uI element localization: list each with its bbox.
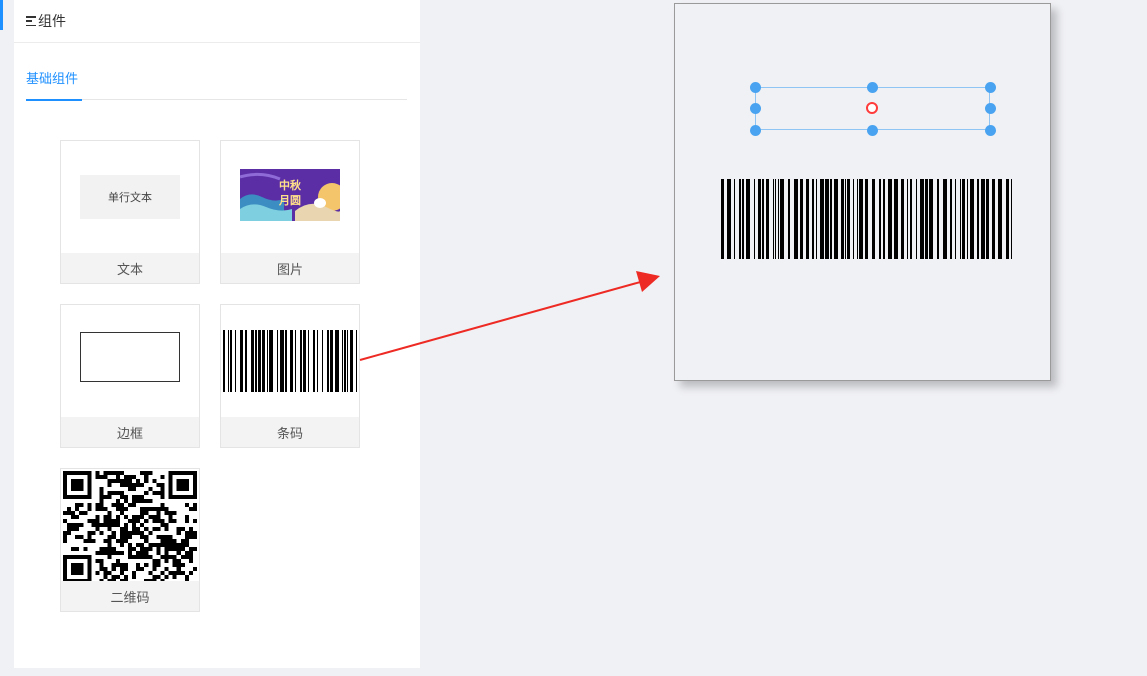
component-label: 图片 — [221, 253, 359, 283]
component-card-border[interactable]: 边框 — [60, 304, 200, 448]
image-caption-top: 中秋 — [279, 178, 302, 192]
component-tabs: 基础组件 — [26, 60, 407, 101]
barcode-icon — [223, 330, 357, 392]
text-preview: 单行文本 — [80, 175, 180, 219]
component-label: 边框 — [61, 417, 199, 447]
component-card-text[interactable]: 单行文本 文本 — [60, 140, 200, 284]
component-card-image[interactable]: 中秋 月圆 图片 — [220, 140, 360, 284]
component-label: 条码 — [221, 417, 359, 447]
panel-header: 组件 — [14, 0, 420, 43]
placed-barcode[interactable] — [721, 179, 1013, 259]
resize-handle-sw[interactable] — [749, 124, 761, 136]
component-label: 文本 — [61, 253, 199, 283]
resize-handle-n[interactable] — [866, 81, 878, 93]
component-card-barcode[interactable]: 条码 — [220, 304, 360, 448]
border-rectangle-icon — [80, 332, 180, 382]
design-canvas[interactable] — [674, 3, 1051, 381]
component-card-qrcode[interactable]: 二维码 — [60, 468, 200, 612]
left-gutter — [3, 0, 14, 676]
mid-autumn-image: 中秋 月圆 — [240, 169, 340, 221]
component-panel: 组件 基础组件 单行文本 文本 中秋 月圆 图片 边框 条码 二维码 — [14, 0, 420, 668]
tab-basic-components[interactable]: 基础组件 — [26, 68, 82, 101]
image-preview: 中秋 月圆 — [240, 169, 340, 221]
resize-handle-s[interactable] — [866, 124, 878, 136]
panel-title: 组件 — [38, 14, 66, 30]
menu-icon — [26, 16, 36, 26]
component-label: 二维码 — [61, 581, 199, 611]
resize-handle-ne[interactable] — [984, 81, 996, 93]
resize-handle-w[interactable] — [749, 102, 761, 114]
resize-handle-nw[interactable] — [749, 81, 761, 93]
qrcode-icon — [63, 471, 197, 583]
resize-handle-se[interactable] — [984, 124, 996, 136]
resize-handle-e[interactable] — [984, 102, 996, 114]
image-caption-bottom: 月圆 — [278, 194, 301, 207]
rotate-handle[interactable] — [866, 102, 878, 114]
